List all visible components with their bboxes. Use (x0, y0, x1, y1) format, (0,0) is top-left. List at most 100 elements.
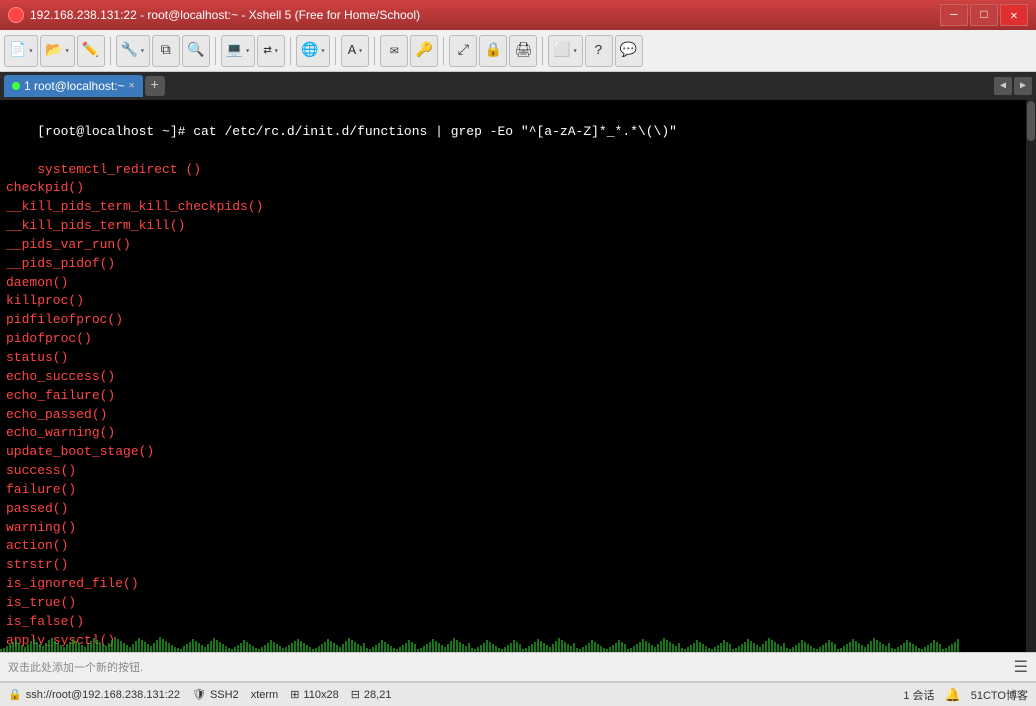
toolbar-sep-2 (215, 37, 216, 65)
quicklaunch-hint: 双击此处添加一个新的按钮. (8, 659, 143, 675)
help-button[interactable]: ? (585, 35, 613, 67)
properties-button[interactable]: 🔧 ▾ (116, 35, 150, 67)
terminal-line: warning() (6, 520, 76, 535)
sessions-label: 1 会话 (903, 687, 934, 703)
new-icon: 📄 (9, 42, 26, 59)
quicklaunch-menu-icon[interactable]: ☰ (1014, 657, 1028, 677)
terminal-line: echo_warning() (6, 425, 115, 440)
encoding-label: xterm (251, 689, 279, 701)
help-icon: ? (594, 43, 602, 59)
tab-session-1[interactable]: 1 root@localhost:~ ✕ (4, 75, 143, 97)
tab-close-button[interactable]: ✕ (129, 80, 135, 92)
key-button[interactable]: 🔑 (410, 35, 438, 67)
lock-button[interactable]: 🔒 (479, 35, 507, 67)
toolbar: 📄 ▾ 📂 ▾ ✏️ 🔧 ▾ ⧉ 🔍 💻 ▾ ⇄ ▾ 🌐 ▾ A ▾ ✉ 🔑 (0, 30, 1036, 72)
protocol-label: SSH2 (210, 689, 239, 701)
search-icon: 🔍 (187, 42, 204, 59)
shell-icon: 💻 (226, 42, 243, 59)
lock-status-icon: 🔒 (8, 688, 22, 701)
compose-icon: ✉ (390, 42, 398, 59)
toolbar-sep-4 (335, 37, 336, 65)
terminal-line: passed() (6, 501, 68, 516)
status-bar: 🔒 ssh://root@192.168.238.131:22 🛡 SSH2 x… (0, 682, 1036, 706)
pos-label: 28,21 (364, 689, 392, 701)
terminal-line: is_ignored_file() (6, 576, 139, 591)
protocol-icon: 🛡 (192, 688, 206, 701)
shell-button[interactable]: 💻 ▾ (221, 35, 255, 67)
terminal-line: is_false() (6, 614, 84, 629)
squares-button[interactable]: ⬜ ▾ (548, 35, 582, 67)
scrollbar-thumb[interactable] (1027, 101, 1035, 141)
squares-icon: ⬜ (553, 42, 570, 59)
new-button[interactable]: 📄 ▾ (4, 35, 38, 67)
bell-icon: 🔔 (945, 687, 961, 703)
command-prompt: [root@localhost ~]# cat /etc/rc.d/init.d… (37, 124, 677, 139)
terminal-line: apply_sysctl() (6, 633, 115, 648)
terminal-line: __kill_pids_term_kill() (6, 218, 185, 233)
terminal-line: success() (6, 463, 76, 478)
minimize-button[interactable]: ─ (940, 4, 968, 26)
toolbar-sep-5 (374, 37, 375, 65)
tab-label: 1 root@localhost:~ (24, 79, 125, 93)
compose-button[interactable]: ✉ (380, 35, 408, 67)
copy-button[interactable]: ⧉ (152, 35, 180, 67)
key-icon: 🔑 (416, 42, 433, 59)
status-ssh-url: ssh://root@192.168.238.131:22 (26, 689, 180, 701)
quicklaunch-bar[interactable]: 双击此处添加一个新的按钮. ☰ (0, 652, 1036, 682)
tab-bar: 1 root@localhost:~ ✕ + ◀ ▶ (0, 72, 1036, 100)
terminal-line: __kill_pids_term_kill_checkpids() (6, 199, 263, 214)
terminal-line: action() (6, 538, 68, 553)
comment-icon: 💬 (620, 42, 637, 59)
maximize-button[interactable]: □ (970, 4, 998, 26)
font-button[interactable]: A ▾ (341, 35, 369, 67)
tab-prev-button[interactable]: ◀ (994, 77, 1012, 95)
terminal-line: failure() (6, 482, 76, 497)
tab-next-button[interactable]: ▶ (1014, 77, 1032, 95)
status-encoding: xterm (251, 689, 279, 701)
vertical-scrollbar[interactable] (1026, 100, 1036, 652)
terminal-line: echo_success() (6, 369, 115, 384)
terminal-output-lines: systemctl_redirect () checkpid() __kill_… (6, 162, 263, 648)
tab-nav: ◀ ▶ (994, 77, 1032, 95)
title-bar-controls: ─ □ ✕ (940, 4, 1028, 26)
terminal-line: pidfileofproc() (6, 312, 123, 327)
transfer-button[interactable]: ⇄ ▾ (257, 35, 285, 67)
app-icon (8, 7, 24, 23)
cols-label: 110x28 (303, 689, 338, 701)
terminal-line: pidofproc() (6, 331, 92, 346)
find-button[interactable]: 🔍 (182, 35, 210, 67)
edit-icon: ✏️ (82, 42, 99, 59)
terminal-line: is_true() (6, 595, 76, 610)
fullscreen-icon: ⤢ (458, 43, 469, 59)
window-title: 192.168.238.131:22 - root@localhost:~ - … (30, 8, 420, 22)
terminal-output: [root@localhost ~]# cat /etc/rc.d/init.d… (6, 104, 1030, 652)
title-bar: 192.168.238.131:22 - root@localhost:~ - … (0, 0, 1036, 30)
open-button[interactable]: 📂 ▾ (40, 35, 74, 67)
terminal-line: systemctl_redirect () (37, 162, 201, 177)
pos-icon: ⊟ (351, 688, 360, 701)
toolbar-sep-1 (110, 37, 111, 65)
copy-icon: ⧉ (161, 43, 171, 59)
transfer-icon: ⇄ (263, 42, 271, 59)
cols-icon: ⊞ (290, 688, 299, 701)
toolbar-sep-7 (542, 37, 543, 65)
terminal-line: echo_passed() (6, 407, 107, 422)
globe-icon: 🌐 (301, 42, 318, 59)
status-connection: 🔒 ssh://root@192.168.238.131:22 (8, 688, 180, 701)
properties-icon: 🔧 (121, 42, 138, 59)
terminal-area[interactable]: [root@localhost ~]# cat /etc/rc.d/init.d… (0, 100, 1036, 652)
title-bar-left: 192.168.238.131:22 - root@localhost:~ - … (8, 7, 420, 23)
open-icon: 📂 (45, 42, 62, 59)
tab-add-button[interactable]: + (145, 76, 165, 96)
toolbar-sep-3 (290, 37, 291, 65)
edit-button[interactable]: ✏️ (77, 35, 105, 67)
status-protocol: 🛡 SSH2 (192, 688, 239, 701)
print-icon: 🖨 (514, 42, 532, 59)
lock-icon: 🔒 (485, 42, 502, 59)
globe-button[interactable]: 🌐 ▾ (296, 35, 330, 67)
print-button[interactable]: 🖨 (509, 35, 537, 67)
status-right-group: 1 会话 🔔 51CTO博客 (903, 687, 1028, 703)
close-button[interactable]: ✕ (1000, 4, 1028, 26)
fullscreen-button[interactable]: ⤢ (449, 35, 477, 67)
comment-button[interactable]: 💬 (615, 35, 643, 67)
